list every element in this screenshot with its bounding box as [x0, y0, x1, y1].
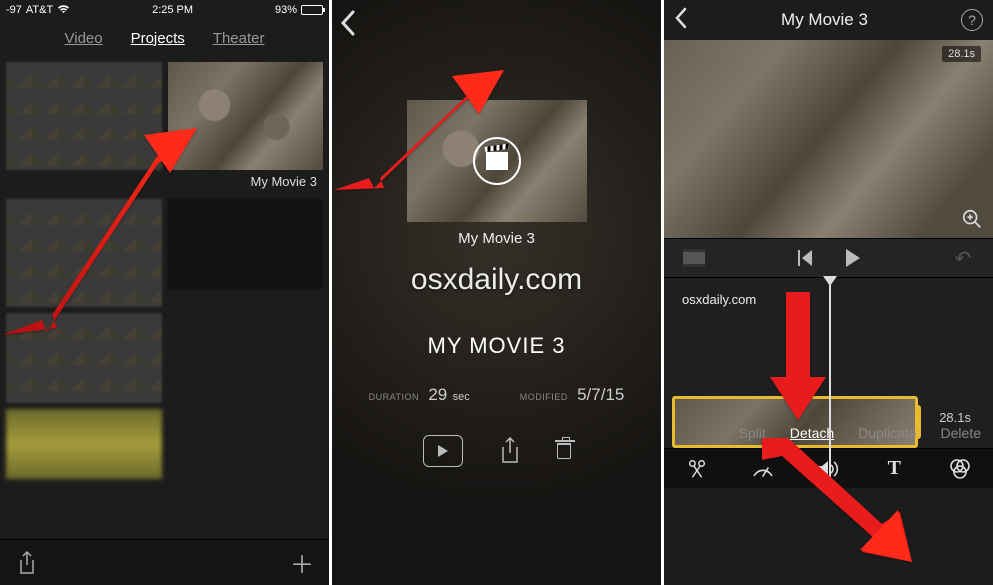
- share-button[interactable]: [10, 546, 44, 580]
- tab-projects[interactable]: Projects: [131, 30, 185, 47]
- video-preview[interactable]: 28.1s: [664, 40, 993, 238]
- back-button[interactable]: [340, 10, 356, 43]
- tab-theater[interactable]: Theater: [213, 30, 265, 47]
- battery-pct: 93%: [275, 4, 297, 16]
- signal-strength: -97: [6, 4, 22, 16]
- duration-badge: 28.1s: [942, 46, 981, 62]
- help-button[interactable]: ?: [961, 9, 983, 31]
- tutorial-arrow: [762, 438, 922, 573]
- top-tabs: Video Projects Theater: [0, 20, 329, 56]
- filter-tool[interactable]: [947, 456, 973, 482]
- back-button[interactable]: [674, 7, 688, 34]
- status-bar: -97 AT&T 2:25 PM 93%: [0, 0, 329, 20]
- step-back-button[interactable]: [798, 250, 812, 266]
- play-icon: [438, 445, 448, 457]
- editor-screen: My Movie 3 ? 28.1s ↶ osxdaily.com 28.1s …: [664, 0, 993, 585]
- carrier-label: AT&T: [26, 4, 53, 16]
- wifi-icon: [57, 4, 70, 17]
- share-button[interactable]: [499, 435, 521, 467]
- tutorial-arrow: [2, 110, 202, 345]
- battery-icon: [301, 5, 323, 15]
- play-button[interactable]: [846, 249, 860, 267]
- status-time: 2:25 PM: [152, 4, 193, 16]
- project-title: My Movie 3: [781, 10, 868, 30]
- projects-screen: -97 AT&T 2:25 PM 93% Video Projects Thea…: [0, 0, 329, 585]
- tutorial-arrow: [768, 292, 828, 427]
- media-library-button[interactable]: [674, 249, 714, 267]
- project-detail-screen: My Movie 3 osxdaily.com MY MOVIE 3 DURAT…: [332, 0, 661, 585]
- cut-tool[interactable]: [684, 456, 710, 482]
- trash-icon: [557, 443, 571, 459]
- title-overlay-text[interactable]: osxdaily.com: [682, 292, 756, 307]
- project-name-label: My Movie 3: [458, 230, 535, 247]
- delete-button[interactable]: Delete: [941, 425, 981, 441]
- project-title: MY MOVIE 3: [428, 333, 566, 359]
- playback-bar: ↶: [664, 238, 993, 278]
- watermark-text: osxdaily.com: [411, 263, 582, 297]
- tutorial-arrow: [334, 60, 514, 205]
- undo-button[interactable]: ↶: [955, 246, 972, 271]
- tab-video[interactable]: Video: [65, 30, 103, 47]
- modified-meta: MODIFIED 5/7/15: [520, 385, 625, 405]
- delete-button[interactable]: [557, 435, 571, 467]
- zoom-button[interactable]: [961, 208, 983, 230]
- duration-meta: DURATION 29 sec: [369, 385, 470, 405]
- editor-header: My Movie 3 ?: [664, 0, 993, 40]
- film-icon: [683, 249, 705, 267]
- project-thumb[interactable]: [6, 409, 162, 479]
- bottom-toolbar: ＋: [0, 539, 329, 585]
- play-button[interactable]: [423, 435, 463, 467]
- add-project-button[interactable]: ＋: [285, 546, 319, 580]
